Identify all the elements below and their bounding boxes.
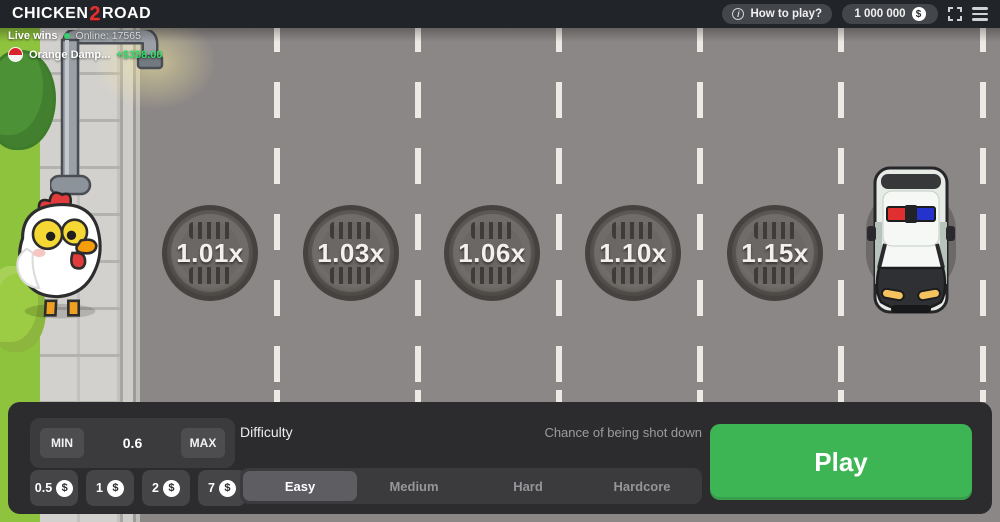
- multiplier-label: 1.15x: [741, 237, 809, 268]
- coin-icon: $: [106, 479, 124, 497]
- tab-medium[interactable]: Medium: [357, 471, 471, 501]
- live-wins-title: Live wins: [8, 30, 58, 42]
- manhole-multiplier: 1.06x: [444, 205, 540, 301]
- quick-bet-button-1[interactable]: 1 $: [86, 470, 134, 506]
- winner-name: Orange Damp...: [29, 48, 111, 61]
- how-to-play-label: How to play?: [750, 8, 822, 20]
- menu-icon: [972, 7, 988, 21]
- logo-road: ROAD: [102, 5, 152, 22]
- online-count: Online: 17565: [75, 30, 141, 42]
- logo: CHICKEN 2 ROAD: [12, 3, 151, 26]
- info-icon: i: [732, 8, 745, 20]
- fullscreen-icon: [948, 7, 962, 21]
- coin-icon: $: [56, 479, 74, 497]
- manhole-multiplier: 1.15x: [727, 205, 823, 301]
- bet-amount-value[interactable]: 0.6: [123, 435, 142, 451]
- fullscreen-button[interactable]: [948, 7, 962, 21]
- logo-2: 2: [89, 2, 102, 25]
- avatar: [8, 47, 23, 62]
- multiplier-label: 1.01x: [176, 237, 244, 268]
- police-car: [866, 166, 956, 314]
- tab-hardcore[interactable]: Hardcore: [585, 471, 699, 501]
- quick-bet-button-7[interactable]: 7 $: [198, 470, 246, 506]
- multiplier-label: 1.03x: [317, 237, 385, 268]
- win-amount: +$358.00: [116, 48, 163, 61]
- difficulty-tabs: Easy Medium Hard Hardcore: [240, 468, 702, 504]
- control-panel: MIN 0.6 MAX 0.5 $ 1 $ 2 $ 7 $ Difficulty: [8, 402, 992, 514]
- min-button[interactable]: MIN: [40, 428, 84, 458]
- quick-bet-button-2[interactable]: 2 $: [142, 470, 190, 506]
- menu-button[interactable]: [972, 7, 988, 21]
- topbar-right: i How to play? 1 000 000 $: [722, 4, 988, 24]
- multiplier-label: 1.10x: [599, 237, 667, 268]
- quick-bet-button-0.5[interactable]: 0.5 $: [30, 470, 78, 506]
- app-root: CHICKEN 2 ROAD i How to play? 1 000 000 $: [0, 0, 1000, 522]
- multiplier-label: 1.06x: [458, 237, 526, 268]
- coin-icon: $: [218, 479, 236, 497]
- chicken-character: [16, 191, 102, 319]
- lane-divider: [838, 28, 844, 402]
- coin-icon: $: [911, 7, 926, 21]
- lane-divider: [556, 28, 562, 402]
- lane-divider: [697, 28, 703, 402]
- labels-row: Difficulty Chance of being shot down: [240, 424, 702, 440]
- balance-value: 1 000 000: [854, 8, 906, 20]
- live-wins-widget: Live wins Online: 17565 Orange Damp... +…: [8, 30, 162, 67]
- lane-divider: [980, 28, 986, 402]
- manhole-multiplier: 1.10x: [585, 205, 681, 301]
- lane-divider: [274, 28, 280, 402]
- coin-icon: $: [162, 479, 180, 497]
- balance-display[interactable]: 1 000 000 $: [842, 4, 938, 24]
- difficulty-label: Difficulty: [240, 424, 293, 440]
- logo-chicken: CHICKEN: [12, 5, 89, 22]
- play-button[interactable]: Play: [710, 424, 972, 500]
- manhole-multiplier: 1.03x: [303, 205, 399, 301]
- tab-easy[interactable]: Easy: [243, 471, 357, 501]
- tab-hard[interactable]: Hard: [471, 471, 585, 501]
- max-button[interactable]: MAX: [181, 428, 225, 458]
- live-win-entry[interactable]: Orange Damp... +$358.00: [8, 47, 162, 62]
- bet-amount-box: MIN 0.6 MAX: [30, 418, 235, 468]
- how-to-play-button[interactable]: i How to play?: [722, 4, 832, 24]
- manhole-multiplier: 1.01x: [162, 205, 258, 301]
- top-bar: CHICKEN 2 ROAD i How to play? 1 000 000 $: [0, 0, 1000, 28]
- chance-label: Chance of being shot down: [544, 424, 702, 440]
- lane-divider: [415, 28, 421, 402]
- online-dot-icon: [63, 33, 70, 39]
- quick-bet-row: 0.5 $ 1 $ 2 $ 7 $: [30, 470, 246, 506]
